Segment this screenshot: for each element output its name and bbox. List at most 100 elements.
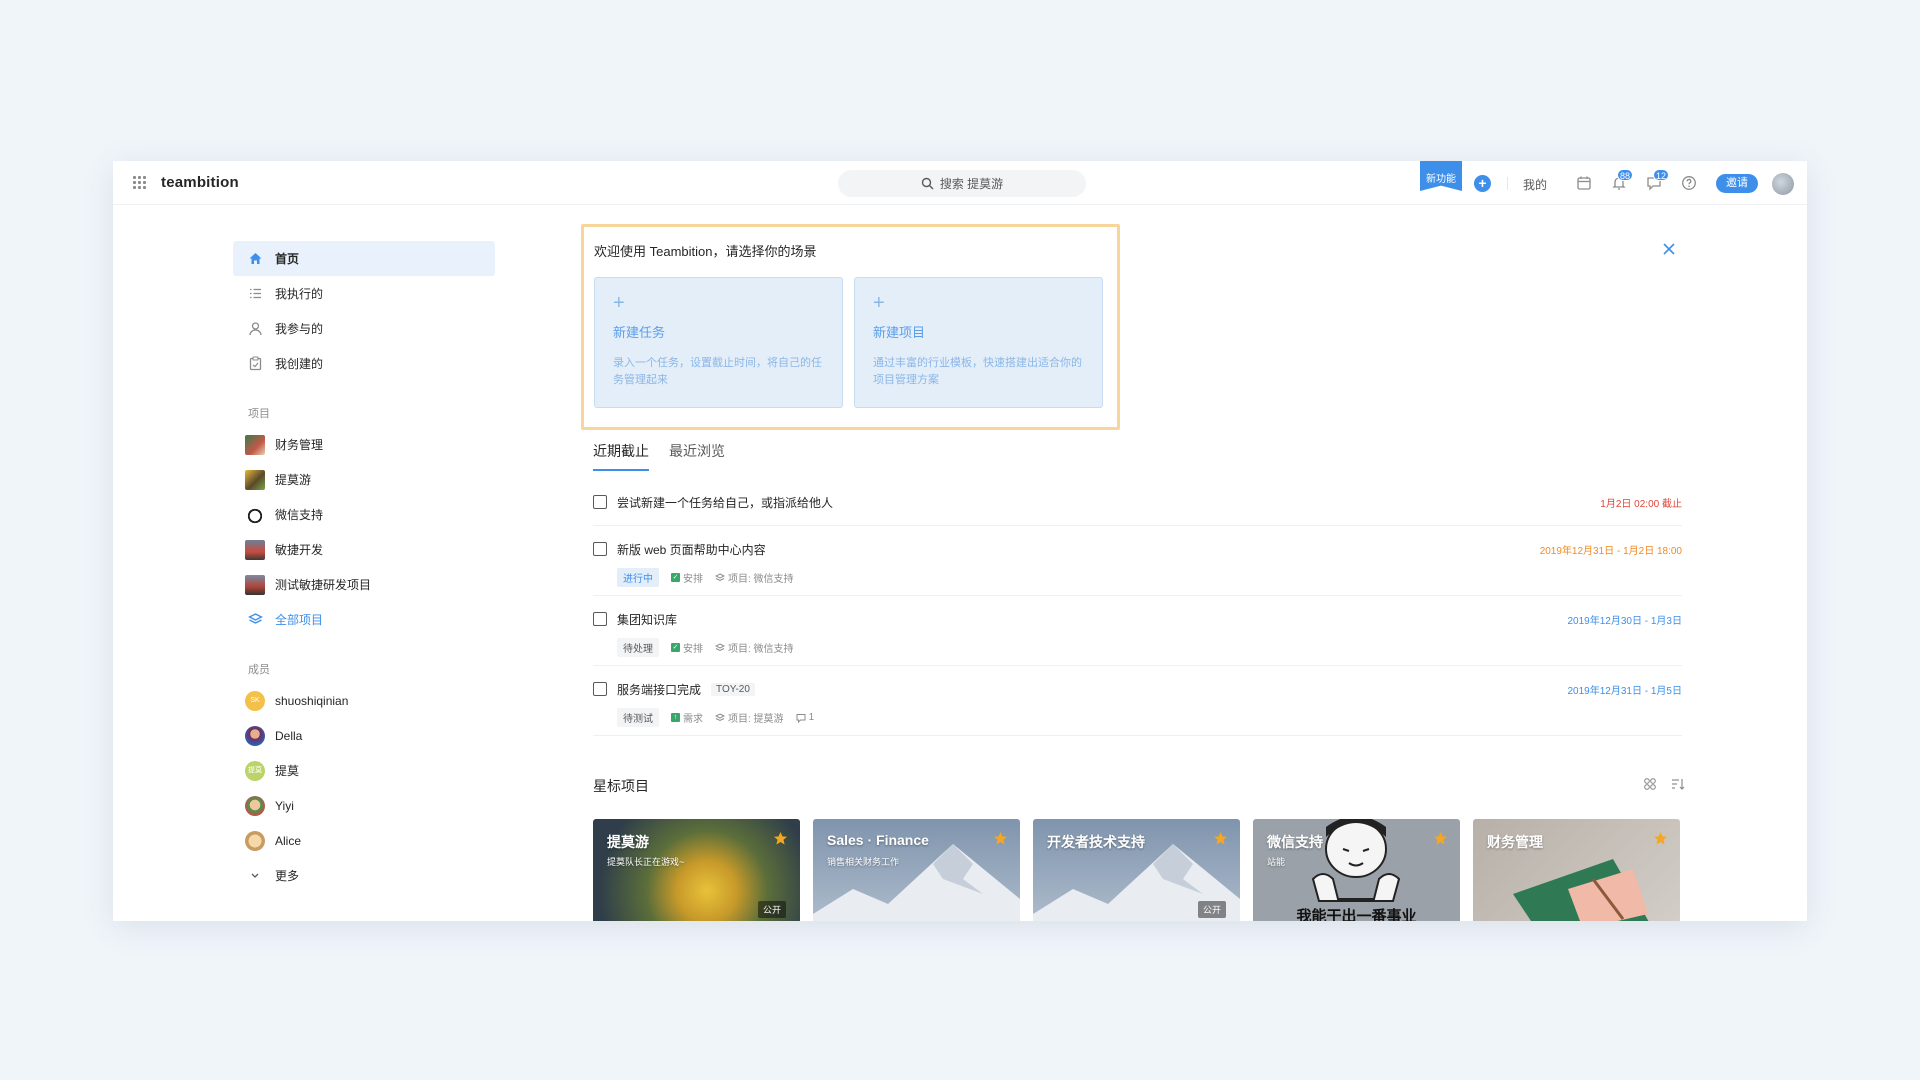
project-thumbnail <box>245 539 265 560</box>
nav-label: 我执行的 <box>275 287 324 301</box>
task-comments[interactable]: 1 <box>796 712 814 723</box>
brand-logo[interactable]: teambition <box>161 174 239 191</box>
sidebar-project-test-agile[interactable]: 测试敏捷研发项目 <box>233 567 495 602</box>
card-title: 新建项目 <box>873 325 926 340</box>
nav-home[interactable]: 首页 <box>233 241 495 276</box>
more-label: 更多 <box>275 869 300 883</box>
task-project[interactable]: 项目: 提莫游 <box>715 710 784 725</box>
help-icon[interactable] <box>1681 175 1697 191</box>
grid-view-icon[interactable] <box>1643 777 1657 791</box>
sidebar-project-agile[interactable]: 敏捷开发 <box>233 532 495 567</box>
close-icon[interactable] <box>1661 241 1677 257</box>
user-avatar[interactable] <box>1772 173 1794 195</box>
project-thumbnail <box>245 574 265 595</box>
task-row[interactable]: 集团知识库 2019年12月30日 - 1月3日 待处理 ✓ 安排 项目: 微信… <box>593 596 1682 666</box>
task-type: ✓ 安排 <box>671 640 703 655</box>
projects-section-label: 项目 <box>248 408 270 420</box>
tab-recent-deadline[interactable]: 近期截止 <box>593 441 649 471</box>
welcome-panel: 欢迎使用 Teambition，请选择你的场景 + 新建任务 录入一个任务，设置… <box>581 224 1120 430</box>
task-row[interactable]: 新版 web 页面帮助中心内容 2019年12月31日 - 1月2日 18:00… <box>593 526 1682 596</box>
sort-icon[interactable] <box>1671 777 1685 791</box>
starred-projects-row: 提莫游 提莫队长正在游戏~ 公开 Sales · Finance 销售相关财务工… <box>593 819 1680 921</box>
nav-my-participated[interactable]: 我参与的 <box>233 311 495 346</box>
star-icon[interactable] <box>993 831 1008 846</box>
new-project-card[interactable]: + 新建项目 通过丰富的行业模板，快速搭建出适合你的项目管理方案 <box>854 277 1103 408</box>
task-project-label: 项目: 微信支持 <box>728 644 794 655</box>
new-task-card[interactable]: + 新建任务 录入一个任务，设置截止时间，将自己的任务管理起来 <box>594 277 843 408</box>
sidebar: 首页 我执行的 我参与的 我创建的 项目 财务管理 提莫游 微信支持 敏捷开发 … <box>233 241 495 893</box>
search-input[interactable]: 搜索 提莫游 <box>838 170 1086 197</box>
task-date: 2019年12月31日 - 1月2日 18:00 <box>1539 546 1682 557</box>
project-card-title: 开发者技术支持 <box>1047 834 1145 850</box>
search-icon <box>921 177 934 190</box>
invite-button[interactable]: 邀请 <box>1716 174 1758 193</box>
app-window: teambition 搜索 提莫游 新功能 + 我的 88 12 邀请 首页 我… <box>113 161 1807 921</box>
task-checkbox[interactable] <box>593 542 607 556</box>
task-row[interactable]: 尝试新建一个任务给自己，或指派给他人 1月2日 02:00 截止 <box>593 479 1682 526</box>
member-name: shuoshiqinian <box>275 693 349 708</box>
star-icon[interactable] <box>773 831 788 846</box>
person-icon <box>249 322 262 336</box>
project-card[interactable]: 开发者技术支持 公开 <box>1033 819 1240 921</box>
project-card-title: 财务管理 <box>1487 834 1543 850</box>
task-checkbox[interactable] <box>593 682 607 696</box>
task-title: 尝试新建一个任务给自己，或指派给他人 <box>617 495 834 510</box>
sidebar-project-timo[interactable]: 提莫游 <box>233 462 495 497</box>
project-card[interactable]: 提莫游 提莫队长正在游戏~ 公开 <box>593 819 800 921</box>
nav-my-created[interactable]: 我创建的 <box>233 346 495 381</box>
project-card[interactable]: 财务管理 <box>1473 819 1680 921</box>
task-date: 1月2日 02:00 截止 <box>1600 499 1682 510</box>
task-title: 集团知识库 <box>617 612 678 627</box>
project-label: 敏捷开发 <box>275 543 324 557</box>
project-card[interactable]: Sales · Finance 销售相关财务工作 <box>813 819 1020 921</box>
members-more[interactable]: 更多 <box>233 858 495 893</box>
task-checkbox[interactable] <box>593 495 607 509</box>
member-item[interactable]: 提莫 提莫 <box>233 753 495 788</box>
quick-add-button[interactable]: + <box>1474 175 1491 192</box>
apps-grid-icon[interactable] <box>133 176 147 190</box>
task-project[interactable]: 项目: 微信支持 <box>715 640 794 655</box>
project-label: 财务管理 <box>275 438 324 452</box>
avatar: 提莫 <box>245 760 265 781</box>
member-item[interactable]: Alice <box>233 823 495 858</box>
calendar-icon[interactable] <box>1576 175 1592 191</box>
layers-icon <box>715 712 725 721</box>
card-description: 录入一个任务，设置截止时间，将自己的任务管理起来 <box>613 357 822 386</box>
list-icon <box>250 288 261 299</box>
new-feature-ribbon[interactable]: 新功能 <box>1420 161 1462 191</box>
project-card-title: 微信支持 <box>1267 834 1323 850</box>
status-badge[interactable]: 待测试 <box>617 708 659 727</box>
task-checkbox[interactable] <box>593 612 607 626</box>
card-description: 通过丰富的行业模板，快速搭建出适合你的项目管理方案 <box>873 357 1082 386</box>
project-thumbnail <box>245 469 265 490</box>
star-icon[interactable] <box>1653 831 1668 846</box>
star-icon[interactable] <box>1433 831 1448 846</box>
tab-recent-viewed[interactable]: 最近浏览 <box>669 441 725 471</box>
member-item[interactable]: SK shuoshiqinian <box>233 683 495 718</box>
welcome-title: 欢迎使用 Teambition，请选择你的场景 <box>594 244 817 259</box>
sidebar-all-projects[interactable]: 全部项目 <box>233 602 495 637</box>
task-project[interactable]: 项目: 微信支持 <box>715 570 794 585</box>
task-project-label: 项目: 微信支持 <box>728 574 794 585</box>
project-label: 提莫游 <box>275 473 312 487</box>
visibility-badge: 公开 <box>757 901 786 918</box>
task-type-label: 需求 <box>683 714 703 725</box>
check-type-icon: ✓ <box>671 643 680 652</box>
project-thumbnail <box>245 504 265 525</box>
project-card[interactable]: 微信支持 站能 我能干出一番事业 <box>1253 819 1460 921</box>
task-project-label: 项目: 提莫游 <box>728 714 784 725</box>
member-name: Della <box>275 728 303 743</box>
member-item[interactable]: Yiyi <box>233 788 495 823</box>
sidebar-project-wechat[interactable]: 微信支持 <box>233 497 495 532</box>
mine-link[interactable]: 我的 <box>1523 176 1547 193</box>
star-icon[interactable] <box>1213 831 1228 846</box>
sidebar-project-finance[interactable]: 财务管理 <box>233 427 495 462</box>
status-badge[interactable]: 待处理 <box>617 638 659 657</box>
project-label: 微信支持 <box>275 508 324 522</box>
task-row[interactable]: 服务端接口完成 TOY-20 2019年12月31日 - 1月5日 待测试 ↑ … <box>593 666 1682 736</box>
status-badge[interactable]: 进行中 <box>617 568 659 587</box>
comment-icon <box>796 713 806 723</box>
member-item[interactable]: Della <box>233 718 495 753</box>
nav-my-executed[interactable]: 我执行的 <box>233 276 495 311</box>
task-date: 2019年12月31日 - 1月5日 <box>1567 686 1682 697</box>
